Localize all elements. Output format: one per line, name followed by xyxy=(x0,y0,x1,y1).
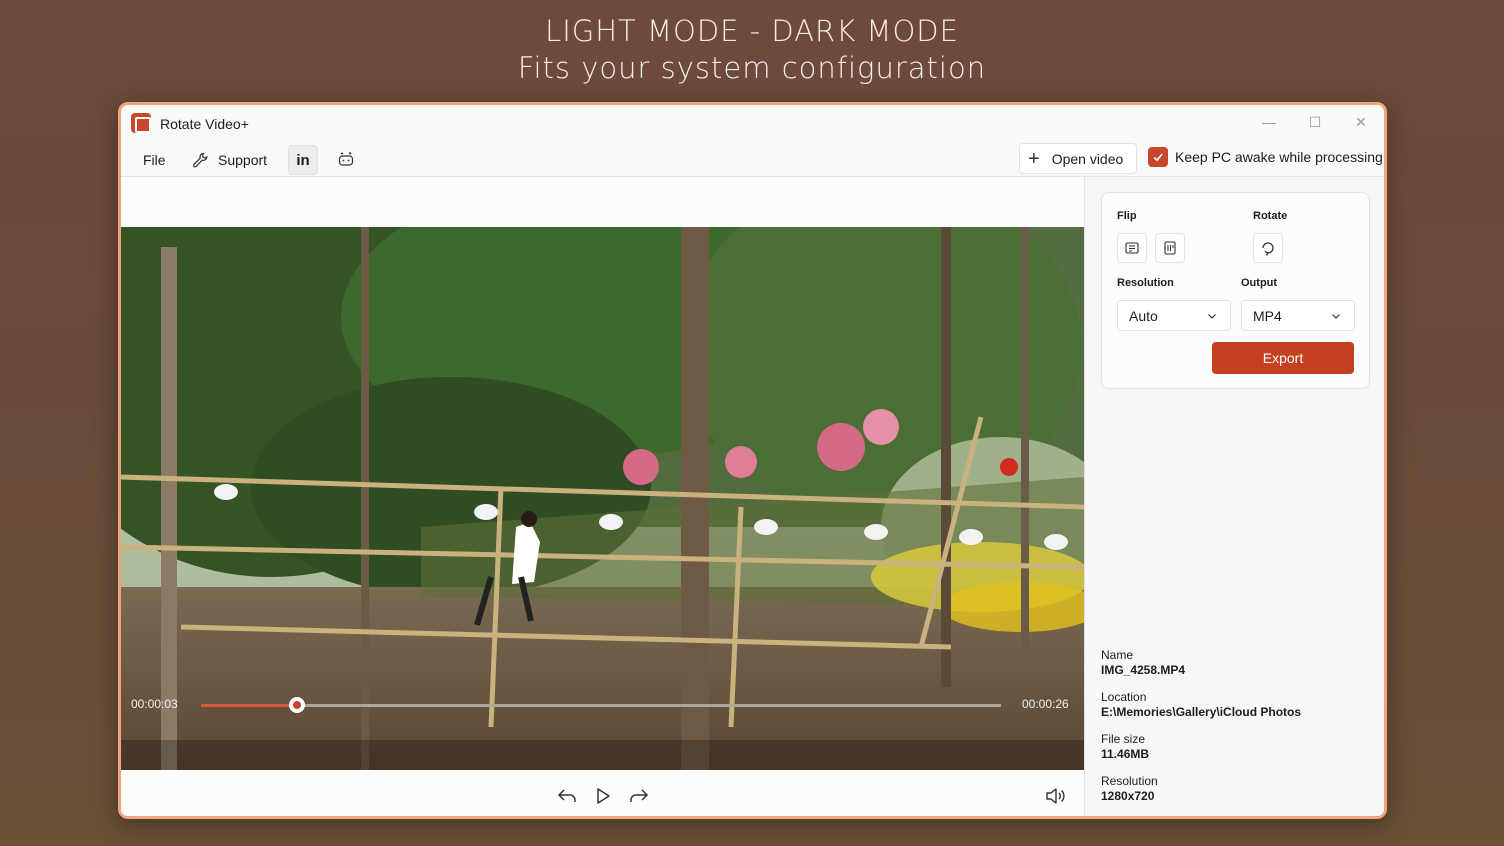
volume-button[interactable] xyxy=(1042,782,1070,810)
volume-icon xyxy=(1046,788,1065,804)
chevron-down-icon xyxy=(1332,314,1340,319)
content-area: 00:00:03 00:00:26 Flip Rotate Resolution… xyxy=(121,176,1384,816)
support-label: Support xyxy=(218,152,268,168)
app-logo-icon xyxy=(131,113,151,133)
linkedin-icon: in xyxy=(296,151,310,169)
file-menu[interactable]: File xyxy=(143,146,166,174)
flip-horizontal-icon xyxy=(1125,242,1139,254)
flip-label: Flip xyxy=(1117,210,1137,222)
play-icon xyxy=(597,788,610,804)
file-location-value: E:\Memories\Gallery\iCloud Photos xyxy=(1101,705,1302,719)
promo-subheadline: Fits your system configuration xyxy=(517,51,987,85)
seek-progress xyxy=(201,704,297,707)
output-label: Output xyxy=(1241,277,1278,289)
rotate-label: Rotate xyxy=(1253,210,1288,222)
sparkle-chat-icon xyxy=(338,152,354,166)
output-format-select[interactable]: MP4 xyxy=(1241,300,1355,331)
close-icon[interactable]: ✕ xyxy=(1350,111,1372,133)
playback-controls xyxy=(121,770,1084,816)
chevron-down-icon xyxy=(1208,314,1216,319)
support-menu[interactable]: Support xyxy=(191,146,267,174)
seek-bar: 00:00:03 00:00:26 xyxy=(121,690,1084,720)
file-resolution-info: Resolution 1280x720 xyxy=(1101,774,1158,803)
seek-thumb[interactable] xyxy=(289,697,305,713)
file-name-info: Name IMG_4258.MP4 xyxy=(1101,648,1185,677)
settings-panel: Flip Rotate Resolution Output Auto MP4 E… xyxy=(1085,177,1384,816)
resolution-select-value: Auto xyxy=(1129,307,1158,324)
undo-arrow-icon xyxy=(557,789,576,802)
minimize-icon[interactable]: — xyxy=(1258,111,1280,133)
resolution-select[interactable]: Auto xyxy=(1117,300,1231,331)
file-name-value: IMG_4258.MP4 xyxy=(1101,663,1186,677)
current-time: 00:00:03 xyxy=(131,697,178,711)
video-area: 00:00:03 00:00:26 xyxy=(121,177,1084,816)
app-window: Rotate Video+ — ☐ ✕ File Support in + Op… xyxy=(118,102,1387,819)
output-select-value: MP4 xyxy=(1253,307,1282,324)
rewind-button[interactable] xyxy=(553,782,581,810)
edit-options-card: Flip Rotate Resolution Output Auto MP4 E… xyxy=(1101,192,1370,389)
rotate-icon xyxy=(1262,242,1274,256)
file-size-value: 11.46MB xyxy=(1101,747,1150,761)
keep-awake-checkbox[interactable] xyxy=(1148,147,1168,167)
window-title: Rotate Video+ xyxy=(160,116,249,132)
redo-arrow-icon xyxy=(630,789,649,802)
flip-vertical-icon xyxy=(1164,241,1176,255)
file-location-info: Location E:\Memories\Gallery\iCloud Phot… xyxy=(1101,690,1301,719)
flip-vertical-button[interactable] xyxy=(1155,233,1185,263)
play-button[interactable] xyxy=(589,782,617,810)
file-size-label: File size xyxy=(1101,732,1146,746)
menu-bar: File Support in + Open video Keep PC awa… xyxy=(121,141,1384,177)
resolution-label: Resolution xyxy=(1117,277,1174,289)
keep-awake-label: Keep PC awake while processing xyxy=(1175,149,1383,165)
open-video-label: Open video xyxy=(1051,150,1124,167)
rotate-button[interactable] xyxy=(1253,233,1283,263)
checkmark-icon xyxy=(1153,153,1163,162)
export-button[interactable]: Export xyxy=(1212,342,1354,374)
forward-button[interactable] xyxy=(625,782,653,810)
wrench-icon xyxy=(193,152,208,168)
seek-track[interactable] xyxy=(201,697,1001,713)
video-frame-image xyxy=(121,227,1084,770)
promo-headline: LIGHT MODE - DARK MODE xyxy=(545,14,959,48)
file-size-info: File size 11.46MB xyxy=(1101,732,1149,761)
video-preview[interactable] xyxy=(121,227,1084,770)
file-resolution-label: Resolution xyxy=(1101,774,1158,788)
plus-icon: + xyxy=(1028,147,1040,170)
total-time: 00:00:26 xyxy=(1022,697,1069,711)
maximize-icon[interactable]: ☐ xyxy=(1304,111,1326,133)
file-location-label: Location xyxy=(1101,690,1147,704)
file-name-label: Name xyxy=(1101,648,1134,662)
flip-horizontal-button[interactable] xyxy=(1117,233,1147,263)
open-video-button[interactable]: + Open video xyxy=(1019,143,1137,174)
feedback-button[interactable] xyxy=(331,145,361,175)
file-resolution-value: 1280x720 xyxy=(1101,789,1155,803)
title-bar: Rotate Video+ — ☐ ✕ xyxy=(121,105,1384,141)
linkedin-button[interactable]: in xyxy=(288,145,318,175)
